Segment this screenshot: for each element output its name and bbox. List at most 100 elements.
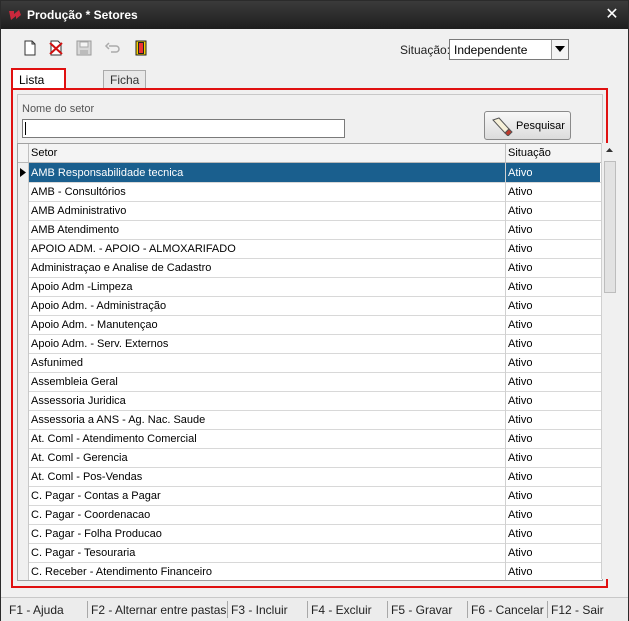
table-row[interactable]: C. Pagar - Coordenacao Ativo	[18, 505, 602, 525]
row-indicator[interactable]	[18, 505, 29, 524]
status-separator	[87, 601, 88, 618]
table-row[interactable]: Administraçao e Analise de Cadastro Ativo	[18, 258, 602, 278]
row-indicator[interactable]	[18, 524, 29, 543]
row-indicator-header	[18, 144, 29, 162]
cell-situacao: Ativo	[508, 433, 533, 445]
app-icon	[8, 9, 22, 21]
table-row[interactable]: Apoio Adm. - Administração Ativo	[18, 296, 602, 316]
cell-situacao: Ativo	[508, 376, 533, 388]
cell-situacao: Ativo	[508, 547, 533, 559]
delete-document-icon[interactable]	[47, 39, 65, 57]
column-divider	[505, 391, 506, 410]
cell-setor: AMB Responsabilidade tecnica	[31, 167, 184, 179]
status-separator	[307, 601, 308, 618]
cell-situacao: Ativo	[508, 471, 533, 483]
cell-situacao: Ativo	[508, 167, 533, 179]
table-row[interactable]: Apoio Adm -Limpeza Ativo	[18, 277, 602, 297]
scroll-thumb[interactable]	[604, 161, 616, 293]
row-indicator[interactable]	[18, 201, 29, 220]
row-indicator[interactable]	[18, 220, 29, 239]
row-indicator[interactable]	[18, 315, 29, 334]
cell-situacao: Ativo	[508, 281, 533, 293]
table-row[interactable]: C. Pagar - Folha Producao Ativo	[18, 524, 602, 544]
row-indicator[interactable]	[18, 296, 29, 315]
table-row[interactable]: AMB Atendimento Ativo	[18, 220, 602, 240]
row-indicator[interactable]	[18, 334, 29, 353]
status-separator	[547, 601, 548, 618]
table-row[interactable]: Assessoria a ANS - Ag. Nac. Saude Ativo	[18, 410, 602, 430]
row-indicator[interactable]	[18, 448, 29, 467]
table-row[interactable]: C. Pagar - Contas a Pagar Ativo	[18, 486, 602, 506]
save-icon[interactable]	[75, 39, 93, 57]
shortcut-hint[interactable]: F1 - Ajuda	[9, 603, 64, 617]
shortcut-hint[interactable]: F12 - Sair	[551, 603, 604, 617]
table-row[interactable]: AMB - Consultórios Ativo	[18, 182, 602, 202]
cell-situacao: Ativo	[508, 338, 533, 350]
table-row[interactable]: Asfunimed Ativo	[18, 353, 602, 373]
table-row[interactable]: AMB Responsabilidade tecnica Ativo	[18, 163, 602, 183]
exit-door-icon[interactable]	[132, 39, 150, 57]
column-divider[interactable]	[505, 144, 506, 162]
shortcut-hint[interactable]: F6 - Cancelar	[471, 603, 544, 617]
column-header-setor[interactable]: Setor	[31, 147, 57, 159]
lista-panel: Nome do setor Pesquisar Setor Situação A…	[11, 88, 617, 588]
table-row[interactable]: At. Coml - Atendimento Comercial Ativo	[18, 429, 602, 449]
cell-situacao: Ativo	[508, 224, 533, 236]
cell-situacao: Ativo	[508, 528, 533, 540]
row-indicator[interactable]	[18, 277, 29, 296]
table-row[interactable]: At. Coml - Gerencia Ativo	[18, 448, 602, 468]
table-row[interactable]: Apoio Adm. - Manutençao Ativo	[18, 315, 602, 335]
shortcut-hint[interactable]: F5 - Gravar	[391, 603, 452, 617]
row-indicator[interactable]	[18, 258, 29, 277]
undo-icon[interactable]	[104, 39, 122, 57]
cell-setor: C. Pagar - Coordenacao	[31, 509, 151, 521]
cell-situacao: Ativo	[508, 319, 533, 331]
situacao-select[interactable]: Independente	[449, 39, 569, 60]
cell-setor: Assessoria a ANS - Ag. Nac. Saude	[31, 414, 206, 426]
close-icon[interactable]: ✕	[602, 5, 622, 25]
column-divider	[505, 543, 506, 562]
column-divider	[505, 201, 506, 220]
table-row[interactable]: C. Pagar - Tesouraria Ativo	[18, 543, 602, 563]
row-indicator[interactable]	[18, 182, 29, 201]
column-header-situacao[interactable]: Situação	[508, 147, 551, 159]
row-indicator[interactable]	[18, 467, 29, 486]
table-row[interactable]: At. Coml - Pos-Vendas Ativo	[18, 467, 602, 487]
cell-situacao: Ativo	[508, 357, 533, 369]
row-indicator[interactable]	[18, 486, 29, 505]
column-divider	[505, 239, 506, 258]
row-indicator[interactable]	[18, 353, 29, 372]
row-indicator[interactable]	[18, 410, 29, 429]
row-indicator[interactable]	[18, 163, 29, 182]
row-indicator[interactable]	[18, 562, 29, 580]
shortcut-hint[interactable]: F2 - Alternar entre pastas	[91, 603, 226, 617]
setores-table: Setor Situação AMB Responsabilidade tecn…	[17, 143, 603, 581]
cell-setor: Assessoria Juridica	[31, 395, 126, 407]
row-indicator[interactable]	[18, 391, 29, 410]
window-title: Produção * Setores	[27, 8, 138, 22]
cell-setor: Apoio Adm. - Serv. Externos	[31, 338, 169, 350]
row-indicator[interactable]	[18, 372, 29, 391]
tab-ficha[interactable]: Ficha	[103, 70, 147, 89]
vertical-scrollbar[interactable]	[601, 143, 617, 579]
row-indicator[interactable]	[18, 239, 29, 258]
table-row[interactable]: C. Receber - Atendimento Financeiro Ativo	[18, 562, 602, 580]
row-indicator[interactable]	[18, 543, 29, 562]
table-row[interactable]: Assembleia Geral Ativo	[18, 372, 602, 392]
row-indicator[interactable]	[18, 429, 29, 448]
nome-do-setor-input[interactable]	[22, 119, 345, 138]
scroll-up-icon[interactable]	[602, 143, 617, 158]
new-document-icon[interactable]	[21, 39, 39, 57]
chevron-down-icon[interactable]	[551, 40, 568, 59]
nome-do-setor-label: Nome do setor	[22, 103, 95, 115]
table-row[interactable]: Apoio Adm. - Serv. Externos Ativo	[18, 334, 602, 354]
shortcut-hint[interactable]: F3 - Incluir	[231, 603, 288, 617]
pesquisar-button[interactable]: Pesquisar	[484, 111, 571, 140]
table-row[interactable]: AMB Administrativo Ativo	[18, 201, 602, 221]
table-row[interactable]: APOIO ADM. - APOIO - ALMOXARIFADO Ativo	[18, 239, 602, 259]
column-divider	[505, 182, 506, 201]
text-caret	[25, 122, 26, 135]
cell-situacao: Ativo	[508, 243, 533, 255]
table-row[interactable]: Assessoria Juridica Ativo	[18, 391, 602, 411]
shortcut-hint[interactable]: F4 - Excluir	[311, 603, 372, 617]
